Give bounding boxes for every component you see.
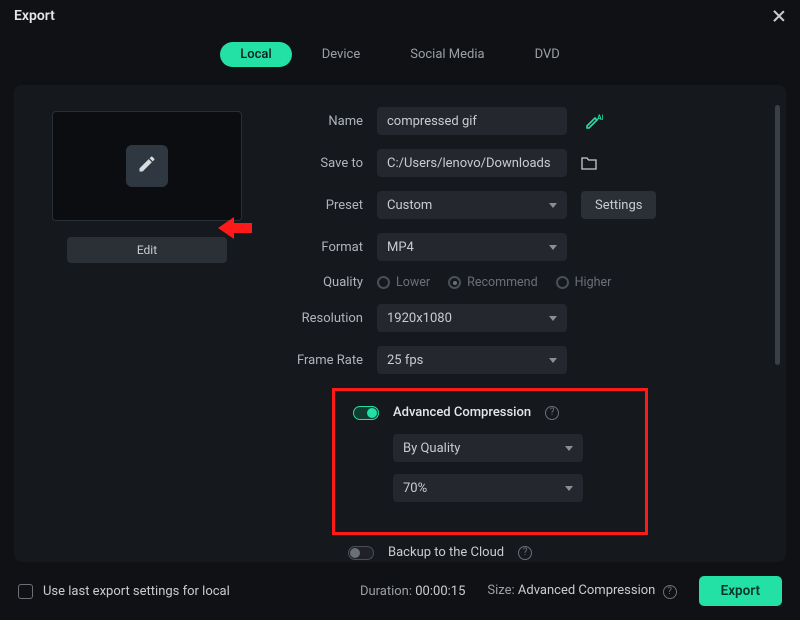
preview-placeholder [126,145,168,187]
row-name: Name AI [288,107,758,135]
quality-radio-group: Lower Recommend Higher [377,275,611,290]
ai-pen-icon[interactable]: AI [585,113,603,129]
row-framerate: Frame Rate 25 fps [288,346,758,374]
red-arrow-icon [218,217,252,239]
svg-text:AI: AI [597,114,603,122]
chevron-down-icon [565,446,573,451]
row-format: Format MP4 [288,233,758,261]
row-resolution: Resolution 1920x1080 [288,304,758,332]
export-dialog: Export Local Device Social Media DVD Edi… [0,0,800,620]
tab-dvd[interactable]: DVD [515,42,580,67]
duration-label: Duration: [360,584,412,599]
preview-column: Edit [42,107,252,542]
advanced-compression-box: Advanced Compression ? By Quality 70% [332,388,648,535]
row-backup: Backup to the Cloud ? [348,545,758,560]
quality-higher[interactable]: Higher [556,275,612,290]
footer: Use last export settings for local Durat… [0,562,800,620]
tab-device[interactable]: Device [302,42,381,67]
settings-button[interactable]: Settings [581,191,656,219]
size-label: Size: [487,583,514,598]
size-value: Advanced Compression [518,583,655,598]
chevron-down-icon [549,203,557,208]
format-value: MP4 [387,240,414,255]
use-last-settings-label: Use last export settings for local [43,584,230,599]
help-icon[interactable]: ? [518,546,532,560]
preset-select[interactable]: Custom [377,191,567,219]
quality-recommend[interactable]: Recommend [448,275,538,290]
duration-value: 00:00:15 [415,584,465,599]
framerate-label: Frame Rate [288,353,363,368]
compression-mode-select[interactable]: By Quality [393,434,583,462]
framerate-select[interactable]: 25 fps [377,346,567,374]
backup-toggle[interactable] [348,546,374,560]
edit-button[interactable]: Edit [67,237,227,263]
save-to-label: Save to [288,156,363,171]
size-block: Size: Advanced Compression ? [487,583,676,599]
close-icon[interactable] [772,9,786,23]
folder-icon[interactable] [581,156,597,170]
backup-label: Backup to the Cloud [388,545,504,560]
pencil-icon [137,154,157,178]
framerate-value: 25 fps [387,353,423,368]
chevron-down-icon [565,486,573,491]
advanced-title: Advanced Compression [393,405,531,420]
window-title: Export [14,8,55,24]
export-tabs: Local Device Social Media DVD [0,32,800,85]
resolution-value: 1920x1080 [387,311,452,326]
help-icon[interactable]: ? [663,585,677,599]
export-button[interactable]: Export [699,576,782,606]
compression-mode-value: By Quality [403,441,460,456]
compression-amount-select[interactable]: 70% [393,474,583,502]
resolution-label: Resolution [288,311,363,326]
save-to-value: C:/Users/lenovo/Downloads [387,156,551,171]
name-input[interactable] [377,107,567,135]
tab-local[interactable]: Local [220,42,292,67]
chevron-down-icon [549,245,557,250]
duration-block: Duration: 00:00:15 [360,584,465,599]
fields-column: Name AI Save to C:/Users/lenovo/Download… [252,107,758,542]
row-quality: Quality Lower Recommend Higher [288,275,758,290]
preset-label: Preset [288,198,363,213]
chevron-down-icon [549,316,557,321]
format-select[interactable]: MP4 [377,233,567,261]
format-label: Format [288,240,363,255]
compression-amount-value: 70% [403,481,427,496]
use-last-settings-checkbox[interactable] [18,584,33,599]
quality-label: Quality [288,275,363,290]
save-to-field[interactable]: C:/Users/lenovo/Downloads [377,149,567,177]
tab-social-media[interactable]: Social Media [390,42,504,67]
advanced-toggle[interactable] [353,406,379,420]
advanced-header: Advanced Compression ? [353,405,627,420]
name-label: Name [288,114,363,129]
preset-value: Custom [387,198,432,213]
resolution-select[interactable]: 1920x1080 [377,304,567,332]
titlebar: Export [0,0,800,32]
panel-scrollbar[interactable] [775,105,780,365]
chevron-down-icon [549,358,557,363]
settings-panel: Edit Name AI Save to C:/Users/lenovo/Dow… [14,85,786,562]
help-icon[interactable]: ? [545,406,559,420]
row-save-to: Save to C:/Users/lenovo/Downloads [288,149,758,177]
footer-right: Duration: 00:00:15 Size: Advanced Compre… [360,576,782,606]
footer-left: Use last export settings for local [18,584,230,599]
row-preset: Preset Custom Settings [288,191,758,219]
video-preview [52,111,242,221]
quality-lower[interactable]: Lower [377,275,430,290]
